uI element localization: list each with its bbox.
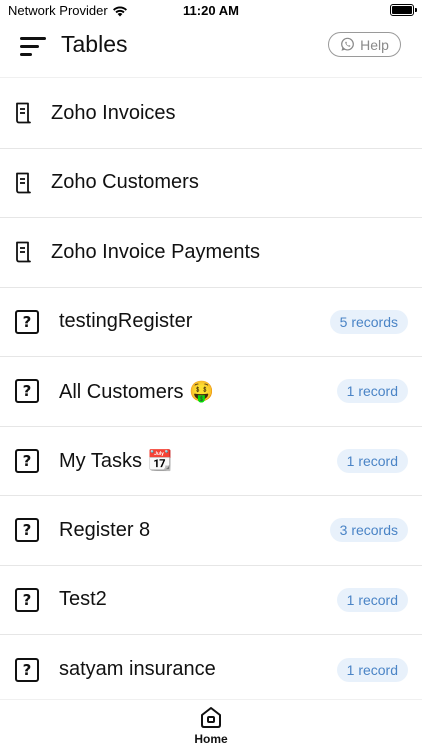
table-name: My Tasks 📆: [59, 450, 173, 473]
table-name: Zoho Invoice Payments: [51, 240, 260, 263]
table-row[interactable]: ? satyam insurance 1 record: [0, 635, 422, 705]
receipt-icon: [16, 102, 31, 124]
header: Tables Help: [0, 22, 422, 78]
receipt-icon: [16, 172, 31, 194]
table-name: testingRegister: [59, 310, 193, 333]
table-name: Zoho Customers: [51, 171, 199, 194]
whatsapp-icon: [341, 37, 355, 51]
record-count-badge: 5 records: [329, 309, 408, 334]
record-count-badge: 1 record: [336, 448, 408, 473]
help-button[interactable]: Help: [328, 32, 401, 57]
menu-icon[interactable]: [20, 35, 46, 57]
question-box-icon: ?: [15, 309, 39, 334]
screen: Network Provider 11:20 AM Tables Help Zo…: [0, 0, 422, 750]
table-row[interactable]: Zoho Invoice Payments: [0, 218, 422, 288]
record-count-badge: 3 records: [329, 518, 408, 543]
record-count-badge: 1 record: [336, 657, 408, 682]
table-row[interactable]: Zoho Invoices: [0, 79, 422, 149]
table-name: satyam insurance: [59, 658, 216, 681]
tab-home-label: Home: [194, 732, 228, 746]
status-right: [390, 4, 417, 16]
status-time: 11:20 AM: [183, 3, 239, 18]
table-row[interactable]: ? Register 8 3 records: [0, 496, 422, 566]
question-box-icon: ?: [15, 587, 39, 612]
table-row[interactable]: ? My Tasks 📆 1 record: [0, 427, 422, 496]
table-name: Zoho Invoices: [51, 101, 176, 124]
record-count-badge: 1 record: [336, 379, 408, 404]
tables-list: Zoho Invoices Zoho Customers Zoho Invoic…: [0, 79, 422, 705]
question-box-icon: ?: [15, 379, 39, 404]
home-icon: [201, 707, 221, 728]
question-box-icon: ?: [15, 448, 39, 473]
record-count-badge: 1 record: [336, 587, 408, 612]
table-row[interactable]: Zoho Customers: [0, 149, 422, 218]
battery-icon: [390, 4, 417, 16]
table-name: All Customers 🤑: [59, 380, 214, 403]
table-name: Register 8: [59, 518, 151, 541]
status-bar: Network Provider 11:20 AM: [0, 0, 422, 22]
question-box-icon: ?: [15, 518, 39, 543]
table-name: Test2: [59, 588, 107, 611]
table-row[interactable]: ? testingRegister 5 records: [0, 288, 422, 357]
question-box-icon: ?: [15, 657, 39, 682]
receipt-icon: [16, 241, 31, 263]
tab-bar: Home: [0, 699, 422, 750]
help-label: Help: [360, 36, 389, 53]
table-row[interactable]: ? All Customers 🤑 1 record: [0, 357, 422, 427]
table-row[interactable]: ? Test2 1 record: [0, 566, 422, 635]
page-title: Tables: [61, 31, 128, 57]
tab-home[interactable]: Home: [186, 702, 236, 747]
